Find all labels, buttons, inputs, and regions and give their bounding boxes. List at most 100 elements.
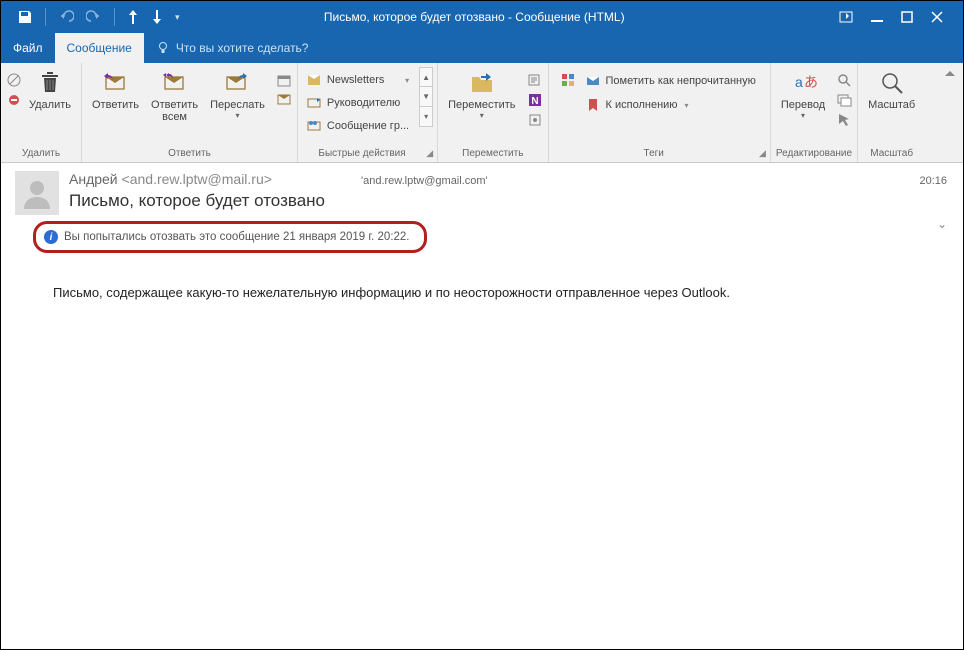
quick-access-toolbar: ▾ xyxy=(1,8,190,26)
quick-steps-list: Newsletters ▾ Руководителю Сообщение гр.… xyxy=(302,67,417,146)
follow-up-button[interactable]: К исполнению ▾ xyxy=(581,94,760,116)
meeting-reply-icon[interactable] xyxy=(275,71,293,89)
mark-unread-button[interactable]: Пометить как непрочитанную xyxy=(581,70,760,92)
ribbon-collapse[interactable] xyxy=(943,63,963,162)
group-quick-steps: Newsletters ▾ Руководителю Сообщение гр.… xyxy=(298,63,438,162)
quick-steps-scroll: ▲ ▼ ▾ xyxy=(419,67,433,146)
window-title: Письмо, которое будет отозвано - Сообщен… xyxy=(190,10,819,24)
dialog-launcher-icon[interactable]: ◢ xyxy=(426,148,433,159)
quickstep-newsletters[interactable]: Newsletters ▾ xyxy=(304,69,415,91)
quickstep-label: Newsletters xyxy=(327,74,384,86)
quickstep-group-message[interactable]: Сообщение гр... xyxy=(304,115,415,137)
subject-line: Письмо, которое будет отозвано xyxy=(69,191,949,211)
chevron-down-icon: ▾ xyxy=(405,76,409,85)
actions-icon[interactable] xyxy=(526,111,544,129)
reply-all-button[interactable]: Ответить всем xyxy=(145,67,204,146)
tab-file[interactable]: Файл xyxy=(1,33,55,63)
header-collapse-icon[interactable]: ⌄ xyxy=(937,217,947,231)
ribbon: Удалить Удалить Ответить Ответить всем П… xyxy=(1,63,963,163)
reply-button[interactable]: Ответить xyxy=(86,67,145,146)
quick-steps-up[interactable]: ▲ xyxy=(419,67,433,87)
chevron-down-icon: ▾ xyxy=(235,111,239,120)
select-icon[interactable] xyxy=(835,111,853,129)
group-label: Редактирование xyxy=(771,146,857,162)
group-editing: aあ Перевод ▾ Редактирование xyxy=(771,63,858,162)
quickstep-label: Руководителю xyxy=(327,97,400,109)
forward-button[interactable]: Переслать ▾ xyxy=(204,67,271,146)
onenote-icon[interactable]: N xyxy=(526,91,544,109)
translate-button[interactable]: aあ Перевод ▾ xyxy=(775,67,831,146)
from-line: Андрей <and.rew.lptw@mail.ru> xyxy=(69,171,949,187)
ribbon-display-options-icon[interactable] xyxy=(839,11,853,23)
delete-label: Удалить xyxy=(29,99,71,111)
dialog-launcher-icon[interactable]: ◢ xyxy=(759,148,766,159)
qat-separator xyxy=(45,8,46,26)
save-icon[interactable] xyxy=(17,9,33,25)
qat-separator xyxy=(114,8,115,26)
undo-icon[interactable] xyxy=(58,9,74,25)
group-tags: Пометить как непрочитанную К исполнению … xyxy=(549,63,771,162)
ignore-icon[interactable] xyxy=(5,71,23,89)
tab-label: Сообщение xyxy=(67,41,132,55)
junk-icon[interactable] xyxy=(5,91,23,109)
zoom-label: Масштаб xyxy=(868,99,915,111)
find-icon[interactable] xyxy=(835,71,853,89)
delete-button[interactable]: Удалить xyxy=(23,67,77,146)
recall-banner: i Вы попытались отозвать это сообщение 2… xyxy=(33,221,427,253)
from-email: <and.rew.lptw@mail.ru> xyxy=(122,171,272,187)
more-respond-icon[interactable] xyxy=(275,91,293,109)
group-label: Быстрые действия◢ xyxy=(298,146,437,162)
svg-text:N: N xyxy=(531,96,538,107)
message-body: Письмо, содержащее какую-то нежелательну… xyxy=(1,253,963,320)
prev-item-icon[interactable] xyxy=(127,10,139,24)
tab-message[interactable]: Сообщение xyxy=(55,33,144,63)
quick-steps-expand[interactable]: ▾ xyxy=(419,107,433,127)
header-text: Андрей <and.rew.lptw@mail.ru> Письмо, ко… xyxy=(69,171,949,215)
reply-label: Ответить xyxy=(92,99,139,111)
respond-side-actions xyxy=(271,67,293,146)
from-name: Андрей xyxy=(69,171,118,187)
tab-label: Файл xyxy=(13,41,43,55)
avatar xyxy=(15,171,59,215)
move-side-actions: N xyxy=(522,67,544,146)
group-delete: Удалить Удалить xyxy=(1,63,82,162)
quickstep-label: Сообщение гр... xyxy=(327,120,409,132)
group-zoom: Масштаб Масштаб xyxy=(858,63,925,162)
tags-side-actions xyxy=(553,67,579,146)
minimize-icon[interactable] xyxy=(871,11,883,23)
lightbulb-icon xyxy=(156,41,170,55)
move-button[interactable]: Переместить ▾ xyxy=(442,67,521,146)
group-label: Переместить xyxy=(438,146,547,162)
group-move: Переместить ▾ N Переместить xyxy=(438,63,548,162)
group-label: Теги◢ xyxy=(549,146,770,162)
qat-customize-icon[interactable]: ▾ xyxy=(175,12,180,23)
tell-me-box[interactable]: Что вы хотите сделать? xyxy=(144,33,321,63)
svg-text:あ: あ xyxy=(804,74,817,90)
tell-me-placeholder: Что вы хотите сделать? xyxy=(176,41,309,55)
quickstep-manager[interactable]: Руководителю xyxy=(304,92,415,114)
categorize-icon[interactable] xyxy=(559,71,577,89)
next-item-icon[interactable] xyxy=(151,10,163,24)
reply-all-label: Ответить всем xyxy=(151,99,198,123)
group-label: Масштаб xyxy=(858,146,925,162)
recall-text: Вы попытались отозвать это сообщение 21 … xyxy=(64,231,410,243)
recipient-line: 'and.rew.lptw@gmail.com' xyxy=(361,175,488,187)
close-icon[interactable] xyxy=(931,11,943,23)
chevron-down-icon: ▾ xyxy=(801,111,805,120)
received-time: 20:16 xyxy=(919,175,947,187)
chevron-down-icon: ▾ xyxy=(685,101,689,110)
tags-list: Пометить как непрочитанную К исполнению … xyxy=(579,67,766,146)
zoom-button[interactable]: Масштаб xyxy=(862,67,921,146)
move-label: Переместить xyxy=(448,99,515,111)
maximize-icon[interactable] xyxy=(901,11,913,23)
window-controls xyxy=(819,11,963,23)
quick-steps-down[interactable]: ▼ xyxy=(419,87,433,107)
rules-icon[interactable] xyxy=(526,71,544,89)
follow-up-label: К исполнению xyxy=(606,99,678,111)
body-text: Письмо, содержащее какую-то нежелательну… xyxy=(53,285,730,300)
group-label: Удалить xyxy=(1,146,81,162)
group-respond: Ответить Ответить всем Переслать ▾ Ответ… xyxy=(82,63,298,162)
related-icon[interactable] xyxy=(835,91,853,109)
redo-icon[interactable] xyxy=(86,9,102,25)
editing-side-actions xyxy=(831,67,853,146)
